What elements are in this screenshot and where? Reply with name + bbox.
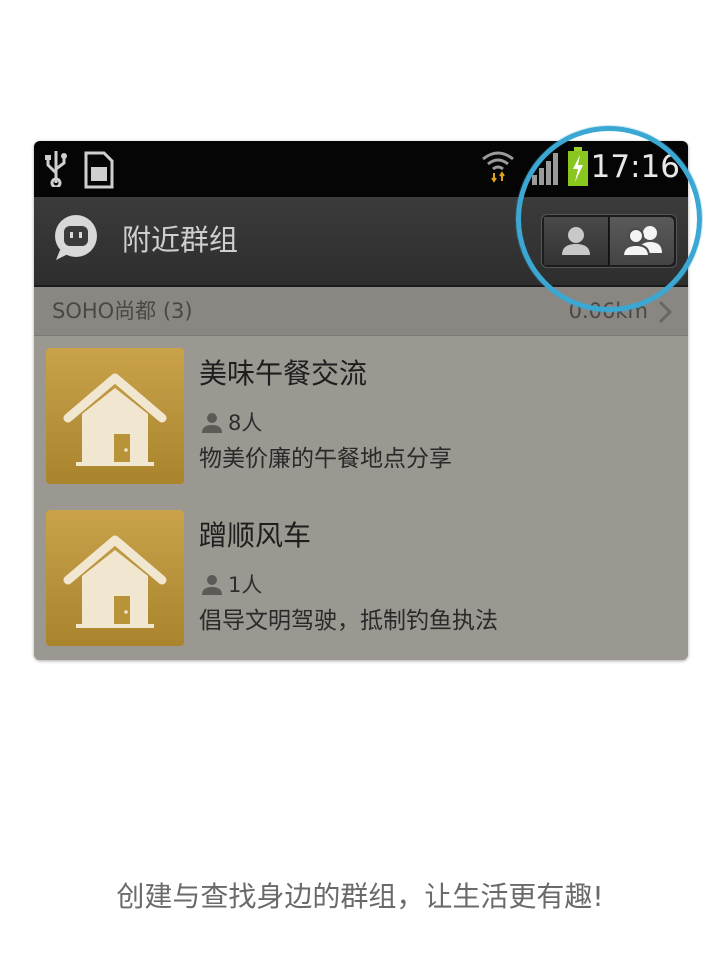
person-icon — [202, 575, 222, 595]
group-description: 倡导文明驾驶，抵制钓鱼执法 — [199, 608, 498, 634]
group-title: 美味午餐交流 — [199, 357, 368, 390]
usb-icon — [45, 151, 67, 187]
member-count-text: 1人 — [228, 573, 263, 597]
sd-card-icon — [84, 151, 114, 189]
group-thumbnail — [46, 510, 184, 646]
list-item[interactable]: 美味午餐交流 8人 物美价廉的午餐地点分享 — [34, 336, 688, 499]
house-icon — [63, 535, 167, 628]
person-icon — [202, 413, 222, 433]
page-title: 附近群组 — [122, 223, 239, 257]
list-item[interactable]: 蹭顺风车 1人 倡导文明驾驶，抵制钓鱼执法 — [34, 498, 688, 660]
member-count-text: 8人 — [228, 411, 263, 435]
group-thumbnail — [46, 348, 184, 484]
wifi-icon — [482, 151, 514, 183]
chevron-right-icon — [658, 300, 672, 324]
highlight-ring — [516, 126, 702, 312]
group-description: 物美价廉的午餐地点分享 — [199, 446, 452, 472]
house-icon — [63, 373, 167, 466]
chat-bubble-logo — [55, 215, 97, 260]
section-title: SOHO尚都 (3) — [52, 299, 193, 323]
group-title: 蹭顺风车 — [199, 519, 312, 552]
caption: 创建与查找身边的群组，让生活更有趣! — [116, 880, 604, 913]
